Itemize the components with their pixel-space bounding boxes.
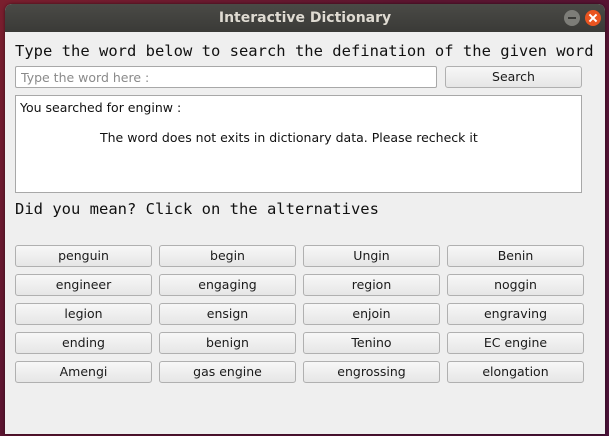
alternative-button[interactable]: gas engine <box>159 361 296 383</box>
alternative-button[interactable]: Benin <box>447 245 584 267</box>
alternative-button[interactable]: noggin <box>447 274 584 296</box>
alternative-button[interactable]: begin <box>159 245 296 267</box>
alternative-button[interactable]: engraving <box>447 303 584 325</box>
dictionary-window: Interactive Dictionary Type the word bel… <box>5 4 605 434</box>
minimize-icon[interactable] <box>564 10 580 26</box>
not-found-message: The word does not exits in dictionary da… <box>100 130 478 145</box>
alternative-button[interactable]: elongation <box>447 361 584 383</box>
alternative-button[interactable]: enjoin <box>303 303 440 325</box>
alternative-button[interactable]: Tenino <box>303 332 440 354</box>
close-icon[interactable] <box>585 10 601 26</box>
alternative-button[interactable]: engrossing <box>303 361 440 383</box>
alternative-button[interactable]: benign <box>159 332 296 354</box>
alternative-button[interactable]: Amengi <box>15 361 152 383</box>
alternative-button[interactable]: EC engine <box>447 332 584 354</box>
alternative-button[interactable]: engineer <box>15 274 152 296</box>
instruction-label: Type the word below to search the defina… <box>15 42 594 60</box>
alternative-button[interactable]: ending <box>15 332 152 354</box>
alternative-button[interactable]: legion <box>15 303 152 325</box>
alternative-button[interactable]: Ungin <box>303 245 440 267</box>
result-box: You searched for enginw : The word does … <box>15 95 582 193</box>
alternatives-grid: penguin begin Ungin Benin engineer engag… <box>15 245 584 383</box>
alternative-button[interactable]: ensign <box>159 303 296 325</box>
searched-word-label: You searched for enginw : <box>20 100 182 115</box>
alternative-button[interactable]: region <box>303 274 440 296</box>
did-you-mean-label: Did you mean? Click on the alternatives <box>15 200 379 218</box>
alternative-button[interactable]: engaging <box>159 274 296 296</box>
titlebar[interactable]: Interactive Dictionary <box>5 4 605 32</box>
window-title: Interactive Dictionary <box>218 10 392 26</box>
search-button[interactable]: Search <box>445 66 582 88</box>
search-input[interactable] <box>15 66 437 88</box>
alternative-button[interactable]: penguin <box>15 245 152 267</box>
